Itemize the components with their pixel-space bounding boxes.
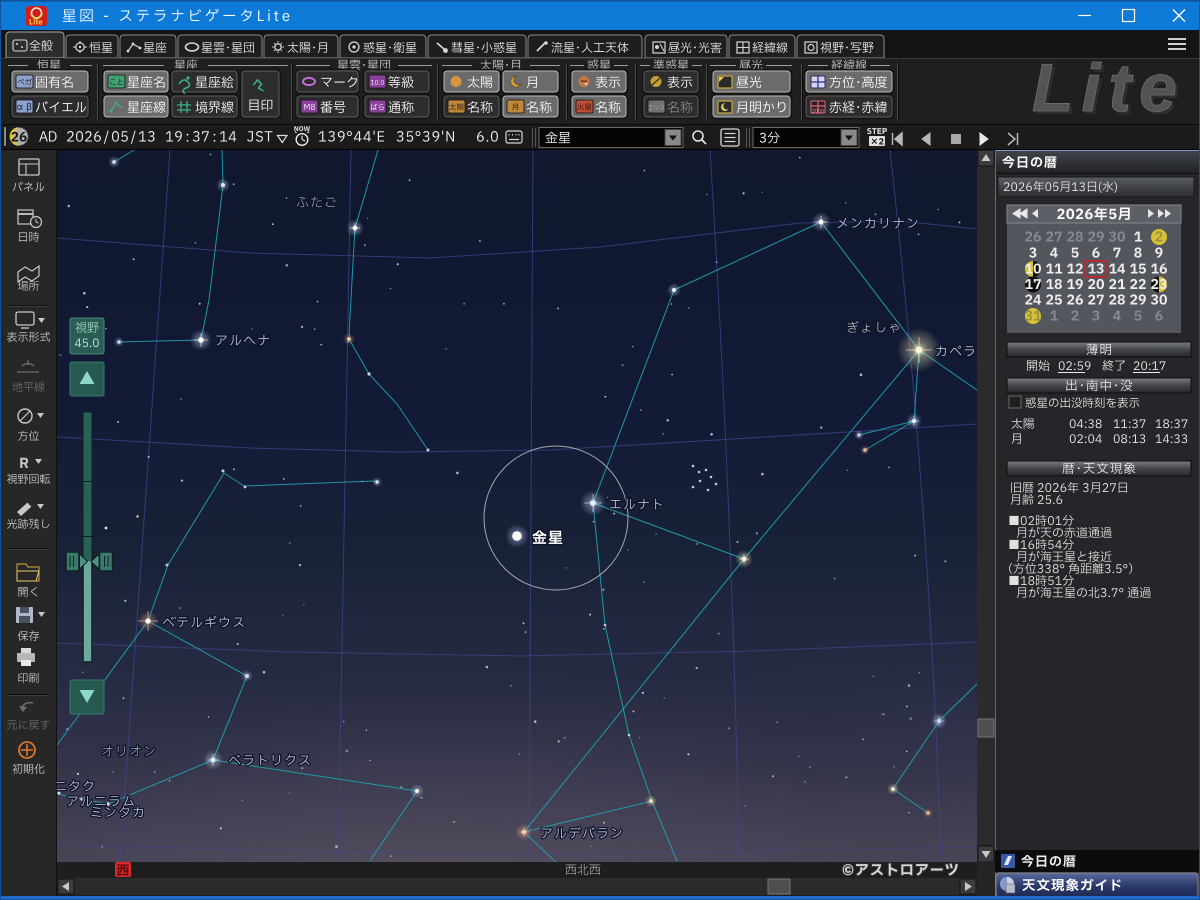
svg-text:Lite: Lite	[1032, 50, 1185, 126]
